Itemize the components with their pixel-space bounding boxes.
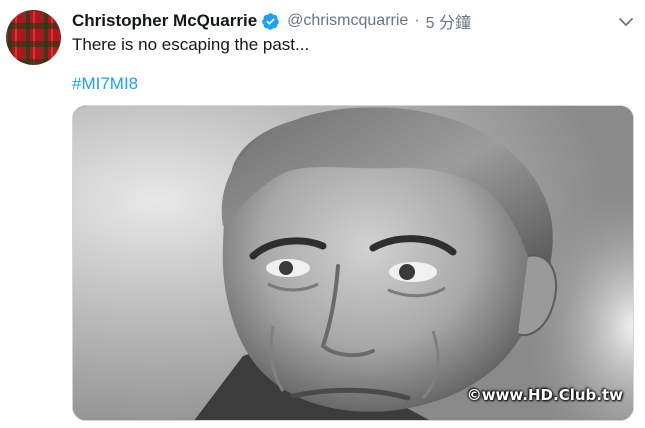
chevron-down-icon[interactable] [616,12,636,32]
hashtag-link[interactable]: #MI7MI8 [72,74,138,94]
display-name[interactable]: Christopher McQuarrie [72,11,257,31]
tweet-photo[interactable]: ©www.HD.Club.tw [72,105,634,421]
photo-watermark: ©www.HD.Club.tw [466,386,623,404]
avatar[interactable] [6,10,61,65]
separator-dot: · [414,12,420,29]
tweet-header: Christopher McQuarrie @chrismcquarrie · … [72,9,471,33]
timestamp[interactable]: 5 分鐘 [426,9,471,33]
tweet[interactable]: Christopher McQuarrie @chrismcquarrie · … [0,0,645,428]
verified-badge-icon [261,12,280,31]
portrait-photo [73,106,633,420]
tweet-text: There is no escaping the past... [72,35,310,54]
user-handle[interactable]: @chrismcquarrie [287,12,408,30]
